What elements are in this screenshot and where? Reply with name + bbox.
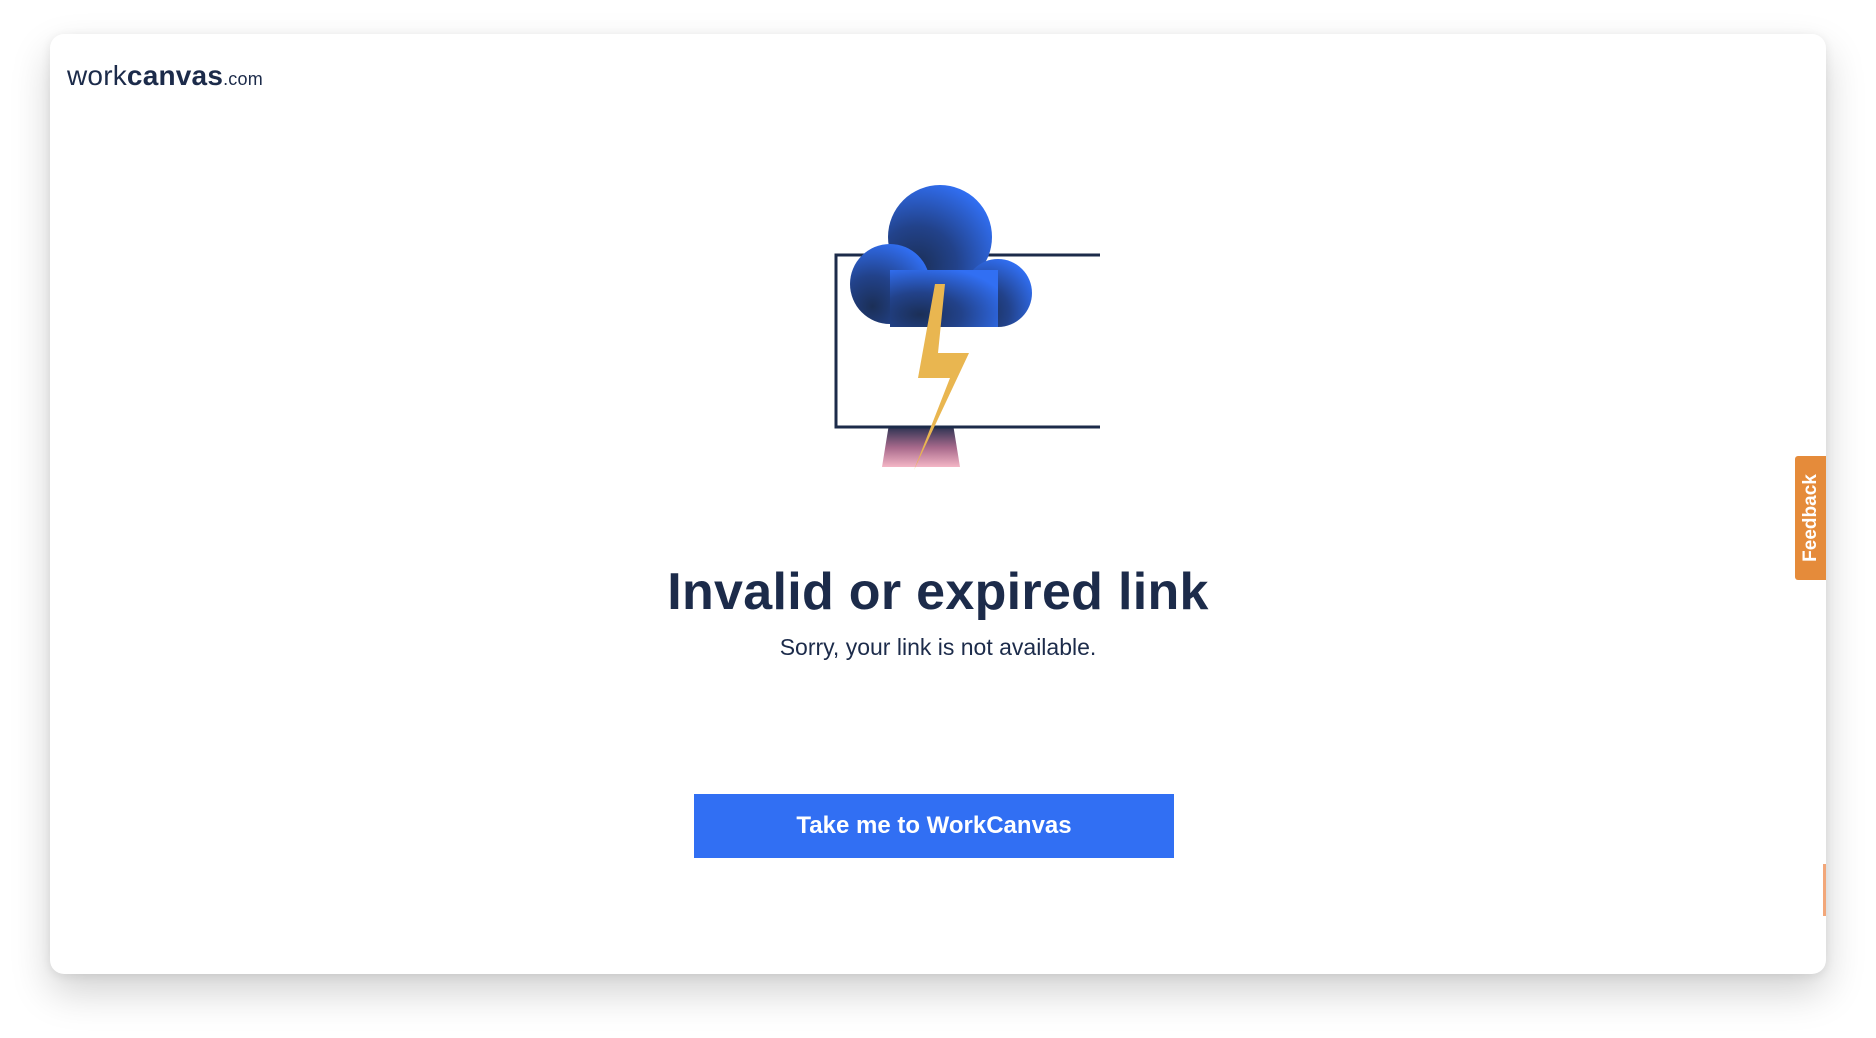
logo-work: work bbox=[67, 60, 127, 91]
logo-dotcom: .com bbox=[223, 69, 263, 89]
page-background: workcanvas.com Invalid or expired link S… bbox=[0, 0, 1876, 1038]
monitor-icon bbox=[834, 185, 1136, 470]
page-subtitle: Sorry, your link is not available. bbox=[779, 634, 1097, 660]
browser-window: workcanvas.com Invalid or expired link S… bbox=[50, 34, 1826, 974]
workcanvas-logo[interactable]: workcanvas.com bbox=[67, 60, 263, 92]
take-me-to-workcanvas-button[interactable]: Take me to WorkCanvas bbox=[694, 794, 1174, 858]
feedback-label: Feedback bbox=[1799, 474, 1821, 562]
feedback-tab[interactable]: Feedback bbox=[1795, 456, 1826, 580]
monitor-stand bbox=[882, 424, 960, 467]
error-illustration bbox=[780, 174, 1136, 474]
page-title: Invalid or expired link bbox=[667, 563, 1209, 621]
side-widget-edge[interactable] bbox=[1823, 864, 1826, 916]
logo-canvas: canvas bbox=[126, 60, 224, 91]
